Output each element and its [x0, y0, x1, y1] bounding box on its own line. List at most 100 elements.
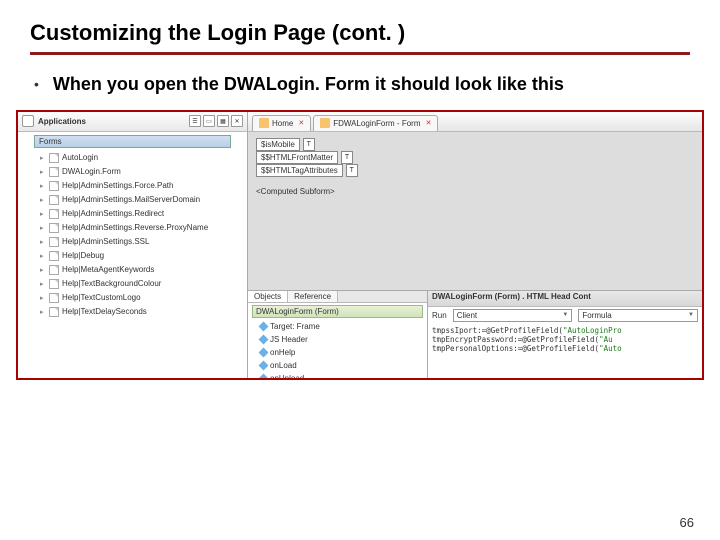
object-item-label: Target: Frame [270, 322, 320, 331]
bullet-dot: • [34, 73, 39, 95]
document-icon [49, 251, 59, 261]
twisty-icon: ▸ [40, 266, 46, 274]
tab-objects[interactable]: Objects [248, 291, 288, 302]
form-canvas: $isMobileT$$HTMLFrontMatterT$$HTMLTagAtt… [248, 132, 702, 290]
diamond-icon [259, 321, 269, 331]
tree-item-label: Help|TextCustomLogo [62, 293, 141, 302]
object-item[interactable]: Target: Frame [252, 320, 423, 333]
tree-item[interactable]: ▸ AutoLogin [32, 151, 247, 165]
diamond-icon [259, 360, 269, 370]
applications-header: Applications ☰ ▭ ▦ ✕ [18, 112, 247, 132]
code-line: tmpssIport:=@GetProfileField("AutoLoginP… [432, 326, 698, 335]
view-button-2[interactable]: ▭ [203, 115, 215, 127]
tree-item-label: DWALogin.Form [62, 167, 121, 176]
field-row: $$HTMLTagAttributesT [256, 164, 694, 177]
view-button-1[interactable]: ☰ [189, 115, 201, 127]
home-icon [259, 118, 269, 128]
field-box[interactable]: $isMobile [256, 138, 300, 151]
tree-item-label: Help|TextBackgroundColour [62, 279, 161, 288]
tree-item-label: Help|AdminSettings.Reverse.ProxyName [62, 223, 208, 232]
run-select[interactable]: Client▼ [453, 309, 573, 322]
applications-title: Applications [38, 117, 185, 126]
field-box[interactable]: $$HTMLFrontMatter [256, 151, 338, 164]
tree-item[interactable]: ▸Help|MetaAgentKeywords [32, 263, 247, 277]
code-pane: DWALoginForm (Form) . HTML Head Cont Run… [428, 291, 702, 378]
view-button-3[interactable]: ▦ [217, 115, 229, 127]
tab-form-label: FDWALoginForm - Form [333, 119, 420, 128]
object-item[interactable]: JS Header [252, 333, 423, 346]
tree-item[interactable]: ▸ Help|TextCustomLogo [32, 291, 247, 305]
object-item-label: JS Header [270, 335, 308, 344]
object-item-label: onUnload [270, 374, 304, 380]
tab-home[interactable]: Home ✕ [252, 115, 311, 131]
code-line: tmpEncryptPassword:=@GetProfileField("Au [432, 335, 698, 344]
tree-item[interactable]: ▸ Help|AdminSettings.SSL [32, 235, 247, 249]
object-item[interactable]: onUnload [252, 372, 423, 380]
close-icon[interactable]: ✕ [231, 115, 243, 127]
tree-item-label: Help|AdminSettings.SSL [62, 237, 149, 246]
editor-pane: Home ✕ FDWALoginForm - Form ✕ $isMobileT… [248, 112, 702, 378]
document-icon [49, 153, 59, 163]
twisty-icon: ▸ [40, 196, 46, 204]
tree-item[interactable]: ▸ Help|AdminSettings.Force.Path [32, 179, 247, 193]
chevron-down-icon: ▼ [562, 312, 568, 318]
twisty-icon: ▸ [40, 182, 46, 190]
object-item-label: onHelp [270, 348, 295, 357]
tree-item[interactable]: ▸ Help|Debug [32, 249, 247, 263]
twisty-icon: ▸ [40, 224, 46, 232]
forms-section-header[interactable]: Forms [34, 135, 231, 148]
document-icon [49, 167, 59, 177]
code-body[interactable]: tmpssIport:=@GetProfileField("AutoLoginP… [428, 324, 702, 356]
tab-home-label: Home [272, 119, 293, 128]
applications-pane: Applications ☰ ▭ ▦ ✕ Forms ▸AutoLogin▸DW… [18, 112, 248, 378]
object-tree-header[interactable]: DWALoginForm (Form) [252, 305, 423, 318]
language-select[interactable]: Formula▼ [578, 309, 698, 322]
run-label: Run [432, 311, 447, 320]
tab-form[interactable]: FDWALoginForm - Form ✕ [313, 115, 438, 131]
tree-item[interactable]: ▸ Help|AdminSettings.Reverse.ProxyName [32, 221, 247, 235]
field-type-icon: T [346, 164, 358, 177]
tree-item-label: Help|Debug [62, 251, 104, 260]
tab-reference[interactable]: Reference [288, 291, 338, 302]
bullet-row: • When you open the DWALogin. Form it sh… [34, 73, 690, 96]
diamond-icon [259, 373, 269, 379]
document-icon [49, 195, 59, 205]
twisty-icon: ▸ [40, 252, 46, 260]
twisty-icon: ▸ [40, 154, 46, 162]
twisty-icon: ▸ [40, 210, 46, 218]
document-icon [49, 237, 59, 247]
slide-title: Customizing the Login Page (cont. ) [30, 20, 690, 46]
code-line: tmpPersonalOptions:=@GetProfileField("Au… [432, 344, 698, 353]
computed-subform: <Computed Subform> [256, 187, 694, 196]
tree-item[interactable]: ▸Help|TextBackgroundColour [32, 277, 247, 291]
twisty-icon: ▸ [40, 238, 46, 246]
bullet-text: When you open the DWALogin. Form it shou… [53, 73, 564, 96]
twisty-icon: ▸ [40, 294, 46, 302]
tree-item[interactable]: ▸ Help|AdminSettings.MailServerDomain [32, 193, 247, 207]
object-item[interactable]: onLoad [252, 359, 423, 372]
document-icon [49, 223, 59, 233]
tree-item[interactable]: ▸DWALogin.Form [32, 165, 247, 179]
tree-item[interactable]: ▸ Help|TextDelaySeconds [32, 305, 247, 319]
chevron-down-icon: ▼ [688, 312, 694, 318]
field-type-icon: T [303, 138, 315, 151]
document-icon [49, 279, 59, 289]
field-row: $isMobileT [256, 138, 694, 151]
diamond-icon [259, 334, 269, 344]
object-item[interactable]: onHelp [252, 346, 423, 359]
tree-item-label: AutoLogin [62, 153, 98, 162]
tree-item-label: Help|TextDelaySeconds [62, 307, 147, 316]
tree-item-label: Help|AdminSettings.MailServerDomain [62, 195, 200, 204]
field-box[interactable]: $$HTMLTagAttributes [256, 164, 343, 177]
close-icon[interactable]: ✕ [298, 119, 304, 127]
objects-pane: Objects Reference DWALoginForm (Form) Ta… [248, 291, 428, 378]
form-icon [320, 118, 330, 128]
tree-item[interactable]: ▸Help|AdminSettings.Redirect [32, 207, 247, 221]
document-icon [49, 265, 59, 275]
tree-item-label: Help|AdminSettings.Force.Path [62, 181, 173, 190]
close-icon[interactable]: ✕ [425, 119, 431, 127]
field-type-icon: T [341, 151, 353, 164]
diamond-icon [259, 347, 269, 357]
forms-tree[interactable]: Forms ▸AutoLogin▸DWALogin.Form▸Help|Admi… [18, 132, 247, 378]
twisty-icon: ▸ [40, 308, 46, 316]
